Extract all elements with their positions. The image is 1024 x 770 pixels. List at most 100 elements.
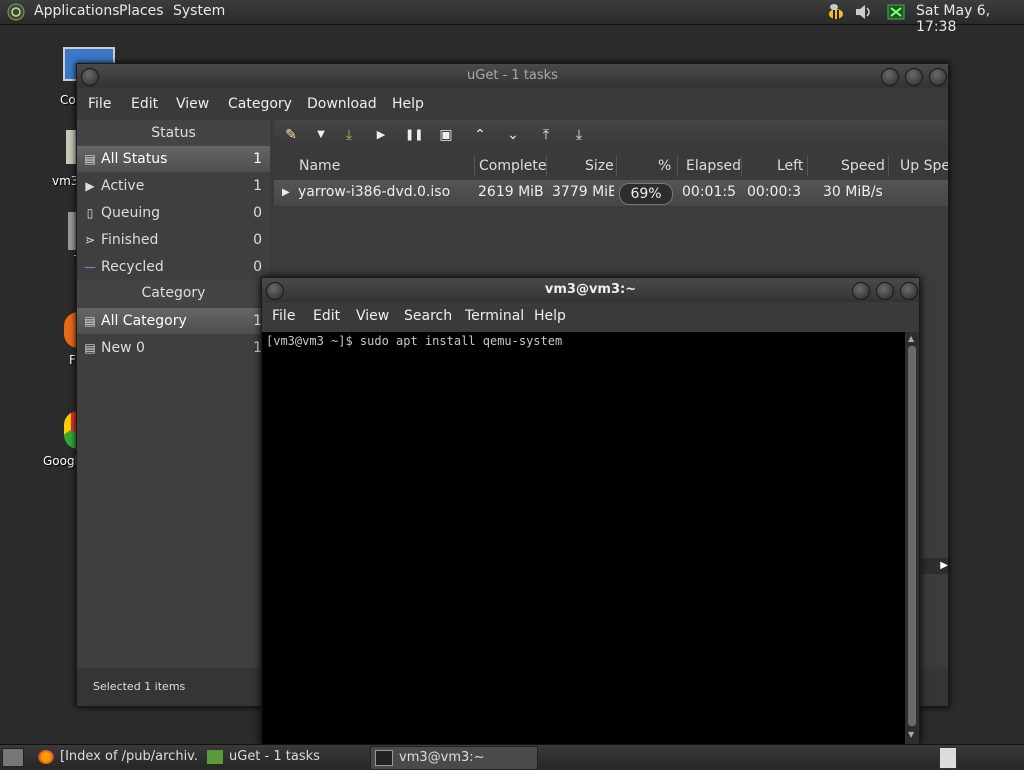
menu-help[interactable]: Help — [392, 96, 424, 112]
new-download-icon[interactable]: ✎ — [282, 126, 300, 144]
cell-complete: 2619 MiB — [478, 184, 544, 200]
category-item-new[interactable]: ▤ New 0 1 — [77, 335, 270, 361]
system-menu[interactable]: System — [173, 3, 225, 19]
menu-search[interactable]: Search — [404, 308, 452, 324]
status-label: All Status — [101, 151, 168, 167]
column-separator — [546, 156, 547, 176]
scroll-up-icon[interactable]: ▲ — [908, 334, 914, 343]
maximize-button[interactable] — [905, 68, 923, 86]
close-button[interactable] — [900, 282, 918, 300]
status-count: 0 — [253, 205, 262, 221]
status-label: Finished — [101, 232, 159, 248]
category-icon: ▤ — [84, 341, 96, 355]
status-item-queuing[interactable]: ▯ Queuing 0 — [77, 200, 270, 226]
menu-terminal[interactable]: Terminal — [465, 308, 524, 324]
terminal-command-line: [vm3@vm3 ~]$ sudo apt install qemu-syste… — [266, 334, 563, 348]
task-firefox[interactable]: [Index of /pub/archiv... — [38, 746, 198, 768]
desktop-label-firefox: F — [69, 353, 76, 367]
column-elapsed[interactable]: Elapsed — [686, 158, 741, 174]
close-button[interactable] — [929, 68, 947, 86]
sidebar: Status ▤ All Status 1 ▶ Active 1 ▯ Queui… — [77, 120, 270, 706]
play-icon: ▶ — [85, 179, 95, 193]
scroll-right-icon[interactable]: ▶ — [921, 558, 948, 574]
terminal-menubar: File Edit View Search Terminal Help — [262, 304, 919, 332]
applications-menu[interactable]: Applications — [34, 3, 120, 19]
status-item-finished[interactable]: ⋗ Finished 0 — [77, 227, 270, 253]
bee-icon[interactable] — [826, 2, 846, 22]
cell-elapsed: 00:01:5 — [682, 184, 736, 200]
move-bottom-icon[interactable]: ⤓ — [570, 126, 588, 144]
move-top-icon[interactable]: ⤒ — [537, 126, 555, 144]
status-header: Status — [77, 120, 270, 146]
top-panel: Applications Places System Sat May 6, 17… — [0, 0, 1024, 35]
category-header: Category — [77, 280, 270, 306]
recycled-icon: — — [84, 260, 96, 274]
finished-icon: ⋗ — [84, 233, 96, 247]
status-label: Recycled — [101, 259, 164, 275]
cell-size: 3779 MiB — [552, 184, 614, 200]
column-speed[interactable]: Speed — [841, 158, 885, 174]
minimize-button[interactable] — [881, 68, 899, 86]
move-down-icon[interactable]: ⌄ — [504, 126, 522, 144]
menu-download[interactable]: Download — [307, 96, 377, 112]
column-up-speed[interactable]: Up Spe — [900, 158, 948, 174]
menu-view[interactable]: View — [176, 96, 209, 112]
status-item-active[interactable]: ▶ Active 1 — [77, 173, 270, 199]
category-label: New 0 — [101, 340, 145, 356]
start-icon[interactable]: ▶ — [372, 126, 390, 144]
task-terminal[interactable]: vm3@vm3:~ — [370, 746, 538, 770]
column-separator — [474, 156, 475, 176]
menu-file[interactable]: File — [272, 308, 295, 324]
scroll-down-icon[interactable]: ▼ — [908, 730, 914, 739]
terminal-screen[interactable]: [vm3@vm3 ~]$ sudo apt install qemu-syste… — [262, 332, 905, 744]
properties-icon[interactable]: ▣ — [437, 126, 455, 144]
category-item-all[interactable]: ▤ All Category 1 — [77, 308, 270, 334]
menu-view[interactable]: View — [356, 308, 389, 324]
status-label: Queuing — [101, 205, 161, 221]
places-menu[interactable]: Places — [119, 3, 164, 19]
uget-icon — [207, 749, 223, 764]
desktop-label-chrome: Googl — [43, 454, 78, 468]
trash-applet-icon[interactable] — [939, 747, 957, 769]
clock[interactable]: Sat May 6, 17:38 — [916, 3, 1024, 35]
table-row[interactable]: ▶ yarrow-i386-dvd.0.iso 2619 MiB 3779 Mi… — [274, 180, 948, 206]
download-icon[interactable]: ⤓ — [340, 126, 358, 144]
terminal-scrollbar[interactable]: ▲ ▼ — [905, 332, 919, 744]
cell-name: yarrow-i386-dvd.0.iso — [298, 184, 451, 200]
status-item-recycled[interactable]: — Recycled 0 — [77, 254, 270, 280]
column-percent[interactable]: % — [658, 158, 671, 174]
terminal-window: vm3@vm3:~ File Edit View Search Terminal… — [261, 277, 920, 745]
bottom-panel: [Index of /pub/archiv... uGet - 1 tasks … — [0, 744, 1024, 770]
gnome-foot-icon[interactable] — [6, 2, 26, 22]
network-icon[interactable] — [886, 2, 906, 22]
column-left[interactable]: Left — [777, 158, 803, 174]
menu-edit[interactable]: Edit — [313, 308, 340, 324]
scrollbar-thumb[interactable] — [908, 346, 916, 726]
terminal-titlebar[interactable]: vm3@vm3:~ — [262, 278, 919, 302]
minimize-button[interactable] — [852, 282, 870, 300]
dropdown-arrow-icon[interactable]: ▼ — [312, 126, 330, 144]
column-size[interactable]: Size — [585, 158, 614, 174]
task-label: uGet - 1 tasks — [229, 749, 320, 764]
show-desktop-icon[interactable] — [2, 748, 24, 767]
menu-category[interactable]: Category — [228, 96, 292, 112]
status-item-all[interactable]: ▤ All Status 1 — [77, 146, 270, 172]
task-label: vm3@vm3:~ — [399, 750, 485, 765]
expand-arrow-icon[interactable]: ▶ — [282, 187, 290, 198]
all-status-icon: ▤ — [84, 152, 96, 166]
desktop-label-home: vm3 — [52, 174, 79, 188]
menu-help[interactable]: Help — [534, 308, 566, 324]
status-count: 1 — [253, 178, 262, 194]
column-complete[interactable]: Complete — [479, 158, 546, 174]
pause-icon[interactable]: ❚❚ — [405, 126, 423, 144]
menu-edit[interactable]: Edit — [131, 96, 158, 112]
menu-file[interactable]: File — [88, 96, 111, 112]
maximize-button[interactable] — [876, 282, 894, 300]
column-separator — [741, 156, 742, 176]
task-uget[interactable]: uGet - 1 tasks — [207, 746, 367, 768]
column-name[interactable]: Name — [299, 158, 340, 174]
uget-titlebar[interactable]: uGet - 1 tasks — [77, 64, 948, 88]
move-up-icon[interactable]: ⌃ — [471, 126, 489, 144]
volume-icon[interactable] — [853, 2, 873, 22]
uget-title: uGet - 1 tasks — [467, 68, 558, 83]
